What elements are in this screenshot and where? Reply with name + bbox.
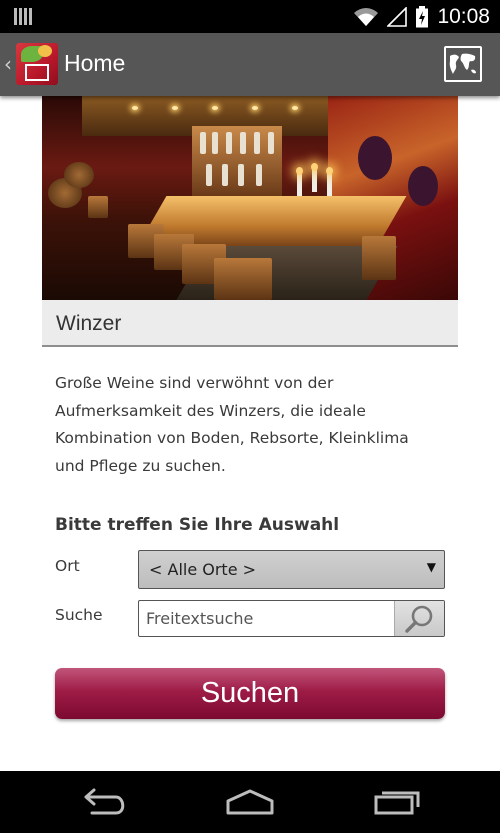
world-map-icon xyxy=(449,53,476,74)
chevron-left-icon[interactable]: ‹ xyxy=(4,52,12,76)
action-bar: ‹ Home xyxy=(0,33,500,96)
suche-label: Suche xyxy=(55,606,103,624)
home-button[interactable] xyxy=(220,783,280,821)
submit-search-button[interactable]: Suchen xyxy=(55,668,445,719)
search-input[interactable] xyxy=(139,601,395,636)
description-line: und Pflege zu suchen. xyxy=(55,456,226,475)
sim-icon xyxy=(14,8,32,25)
home-icon xyxy=(226,789,274,815)
form-title: Bitte treffen Sie Ihre Auswahl xyxy=(55,515,340,535)
page-title[interactable]: Home xyxy=(64,50,125,77)
hero-image xyxy=(42,96,458,300)
recent-apps-button[interactable] xyxy=(366,783,426,821)
world-map-button[interactable] xyxy=(444,46,482,82)
back-icon xyxy=(84,788,125,815)
navigation-bar xyxy=(0,771,500,833)
section-header: Winzer xyxy=(42,300,458,347)
magnifier-icon xyxy=(405,605,433,633)
section-title: Winzer xyxy=(56,312,122,335)
description-text: Große Weine sind verwöhnt von der Aufmer… xyxy=(55,370,455,480)
battery-charging-icon xyxy=(416,5,429,27)
description-line: Aufmerksamkeit des Winzers, die ideale xyxy=(55,401,366,420)
dropdown-arrow-icon: ▼ xyxy=(426,560,436,574)
ort-select[interactable]: < Alle Orte > ▼ xyxy=(138,550,445,589)
status-bar: 10:08 xyxy=(0,0,500,33)
recent-apps-icon xyxy=(374,791,420,815)
search-field xyxy=(138,600,445,637)
signal-icon xyxy=(387,6,408,27)
description-line: Kombination von Boden, Rebsorte, Kleinkl… xyxy=(55,429,409,447)
ort-selected-value: < Alle Orte > xyxy=(149,560,257,579)
back-button[interactable] xyxy=(74,783,134,821)
ort-label: Ort xyxy=(55,557,80,575)
winery-app-logo-icon[interactable] xyxy=(16,43,58,85)
clock: 10:08 xyxy=(437,4,490,28)
description-line: Große Weine sind verwöhnt von der xyxy=(55,374,334,392)
search-button[interactable] xyxy=(394,601,444,636)
wifi-icon xyxy=(354,7,379,26)
